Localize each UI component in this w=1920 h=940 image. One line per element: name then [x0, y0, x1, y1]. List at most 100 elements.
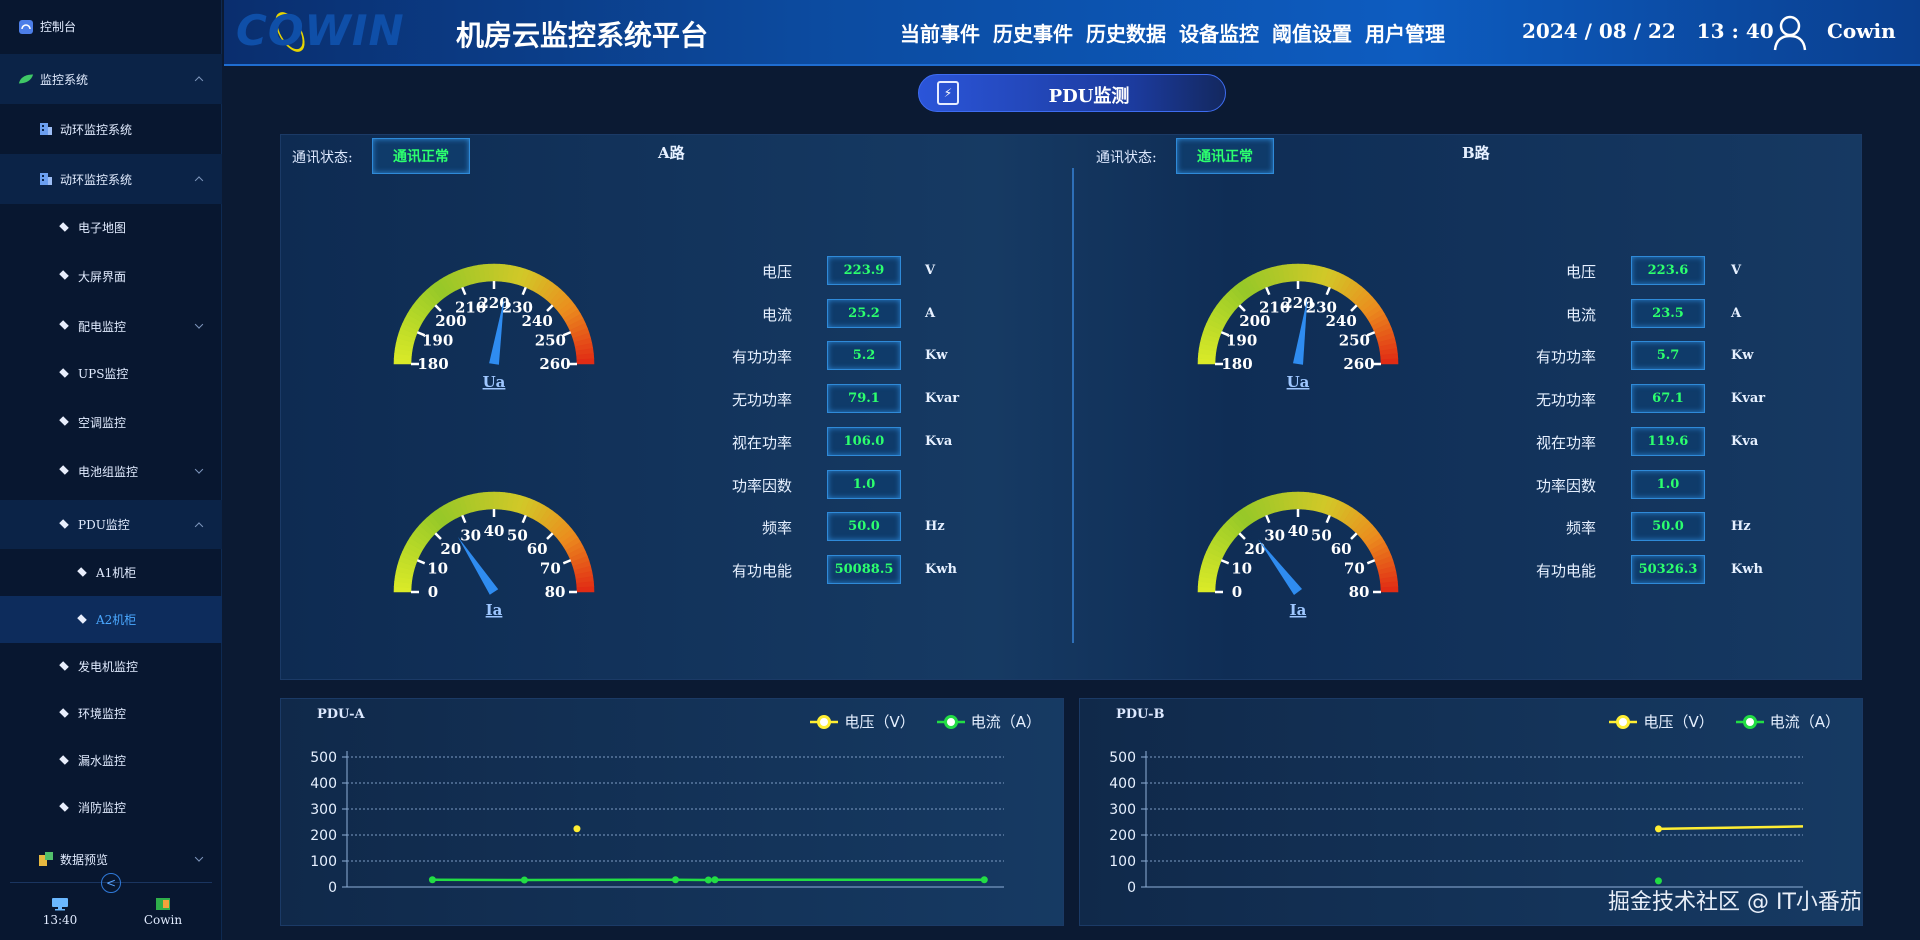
- diamond-icon: [74, 566, 90, 580]
- y-tick-label: 100: [1109, 854, 1136, 870]
- data-point-voltage[interactable]: [573, 825, 581, 833]
- metric-unit: V: [1731, 263, 1742, 278]
- metric-label: 无功功率: [1535, 391, 1596, 410]
- metric-label: 有功电能: [731, 561, 792, 580]
- y-tick-label: 400: [1109, 776, 1136, 792]
- nav-user-management[interactable]: 用户管理: [1365, 18, 1445, 47]
- sidebar-item[interactable]: 动环监控系统: [0, 104, 222, 154]
- y-tick-label: 200: [310, 828, 337, 844]
- data-point-current[interactable]: [520, 876, 528, 884]
- sidebar-item-label: 动环监控系统: [60, 172, 133, 187]
- series-line-voltage: [1658, 825, 1804, 831]
- metric-label: 有功电能: [1535, 561, 1596, 580]
- metric-unit: Kvar: [1731, 391, 1766, 407]
- data-point-current[interactable]: [704, 876, 712, 884]
- footer-time-label: 13:40: [42, 913, 78, 927]
- diamond-icon: [56, 754, 72, 768]
- nav-history-events[interactable]: 历史事件: [993, 18, 1073, 47]
- gauge-tick: [1325, 286, 1331, 296]
- chevron-up-icon[interactable]: [194, 176, 204, 185]
- chevron-down-icon[interactable]: [194, 853, 204, 862]
- gauge-needle: [457, 536, 499, 595]
- chevron-up-icon[interactable]: [194, 521, 204, 531]
- leaf-icon: [18, 72, 34, 86]
- chevron-up-icon[interactable]: [194, 76, 204, 85]
- chevron-down-icon[interactable]: [194, 320, 204, 329]
- sidebar-item[interactable]: 控制台: [0, 3, 222, 50]
- sidebar-footer-time: 13:40: [15, 897, 105, 927]
- sidebar-item[interactable]: 电子地图: [0, 204, 222, 251]
- gauge-tick: [461, 286, 467, 296]
- nav-current-events[interactable]: 当前事件: [900, 18, 980, 47]
- gauge-tick: [1265, 514, 1271, 524]
- sidebar-item[interactable]: 动环监控系统: [0, 154, 222, 204]
- metric-value: 50326.3: [1631, 554, 1705, 584]
- metric-value: 223.6: [1631, 256, 1705, 285]
- gauge-tick-label: 30: [460, 527, 481, 545]
- y-tick-label: 400: [310, 776, 337, 792]
- sidebar-item[interactable]: A2机柜: [0, 596, 222, 643]
- line-chart-pdu-a: 0 100 200 300 400 500: [310, 750, 1004, 896]
- current-gauge-a: 0 10 2030 40 5060 70 80 Ia: [393, 491, 595, 619]
- app-title: 机房云监控系统平台: [456, 19, 709, 52]
- gauge-label: Ia: [1290, 601, 1307, 619]
- metric-label: 有功功率: [731, 348, 792, 367]
- sidebar-item[interactable]: 配电监控: [0, 301, 222, 351]
- metric-label: 功率因数: [731, 476, 792, 495]
- collapse-sidebar-button[interactable]: <: [101, 873, 121, 893]
- gauge-tick: [461, 514, 467, 524]
- gauge-arc-segment: [1292, 263, 1299, 282]
- sidebar-item[interactable]: PDU监控: [0, 500, 222, 549]
- data-point-voltage[interactable]: [1654, 825, 1662, 833]
- sidebar-item[interactable]: 大屏界面: [0, 251, 222, 301]
- gauge-tick-label: 260: [1343, 355, 1374, 373]
- chevron-down-icon[interactable]: [194, 465, 204, 474]
- sidebar-item-label: 消防监控: [78, 801, 127, 815]
- gauge-tick: [1350, 532, 1358, 540]
- diamond-icon: [56, 464, 72, 478]
- gauge-tick-label: 250: [1339, 332, 1370, 350]
- metric-unit: A: [1731, 305, 1742, 321]
- sidebar-item[interactable]: 发电机监控: [0, 643, 222, 690]
- gauge-tick-label: 40: [1288, 522, 1309, 540]
- data-point-current[interactable]: [428, 876, 436, 884]
- sidebar-item[interactable]: UPS监控: [0, 350, 222, 397]
- sidebar-item[interactable]: 空调监控: [0, 397, 222, 447]
- gauge-tick: [1220, 559, 1230, 565]
- user-icon[interactable]: [1772, 14, 1808, 52]
- sidebar-item[interactable]: 漏水监控: [0, 737, 222, 784]
- gauge-label: Ua: [483, 373, 506, 391]
- sidebar-item[interactable]: 环境监控: [0, 690, 222, 737]
- gauge-arc-segment: [1380, 586, 1399, 593]
- gauge-tick-label: 30: [1264, 527, 1285, 545]
- metric-label: 频率: [1565, 519, 1596, 538]
- nav-history-data[interactable]: 历史数据: [1086, 18, 1166, 47]
- nav-threshold-settings[interactable]: 阈值设置: [1272, 18, 1352, 47]
- diamond-icon: [56, 415, 72, 429]
- metric-value: 50.0: [1631, 512, 1705, 542]
- gauge-tick: [1238, 304, 1246, 312]
- sidebar-footer-user[interactable]: Cowin: [118, 897, 208, 927]
- username[interactable]: Cowin: [1827, 19, 1896, 43]
- gauge-tick: [546, 532, 554, 540]
- gauge-tick-label: 0: [1232, 583, 1242, 601]
- gauge-tick-label: 240: [521, 312, 552, 330]
- nav-device-monitor[interactable]: 设备监控: [1179, 18, 1259, 47]
- sidebar-item[interactable]: A1机柜: [0, 549, 222, 596]
- gauge-tick-label: 50: [507, 527, 528, 545]
- sidebar-item-label: UPS监控: [78, 367, 129, 381]
- data-point-current[interactable]: [980, 876, 988, 884]
- sidebar-item[interactable]: 消防监控: [0, 784, 222, 831]
- sidebar-item[interactable]: 电池组监控: [0, 446, 222, 496]
- voltage-gauge-a: 180190200210220230240250260Ua: [393, 263, 595, 391]
- metric-value: 50.0: [827, 512, 901, 542]
- gauge-arc-segment: [1292, 491, 1299, 510]
- datetime-display: 2024 / 08 / 22 13 : 40: [1522, 19, 1774, 43]
- gauge-tick-label: 10: [1231, 560, 1252, 578]
- data-point-current[interactable]: [672, 876, 679, 884]
- sidebar-item[interactable]: 监控系统: [0, 54, 222, 104]
- metric-label: 有功功率: [1535, 348, 1596, 367]
- data-point-current[interactable]: [711, 876, 719, 884]
- gauge-tick: [434, 532, 442, 540]
- sidebar-item-label: 发电机监控: [78, 660, 139, 674]
